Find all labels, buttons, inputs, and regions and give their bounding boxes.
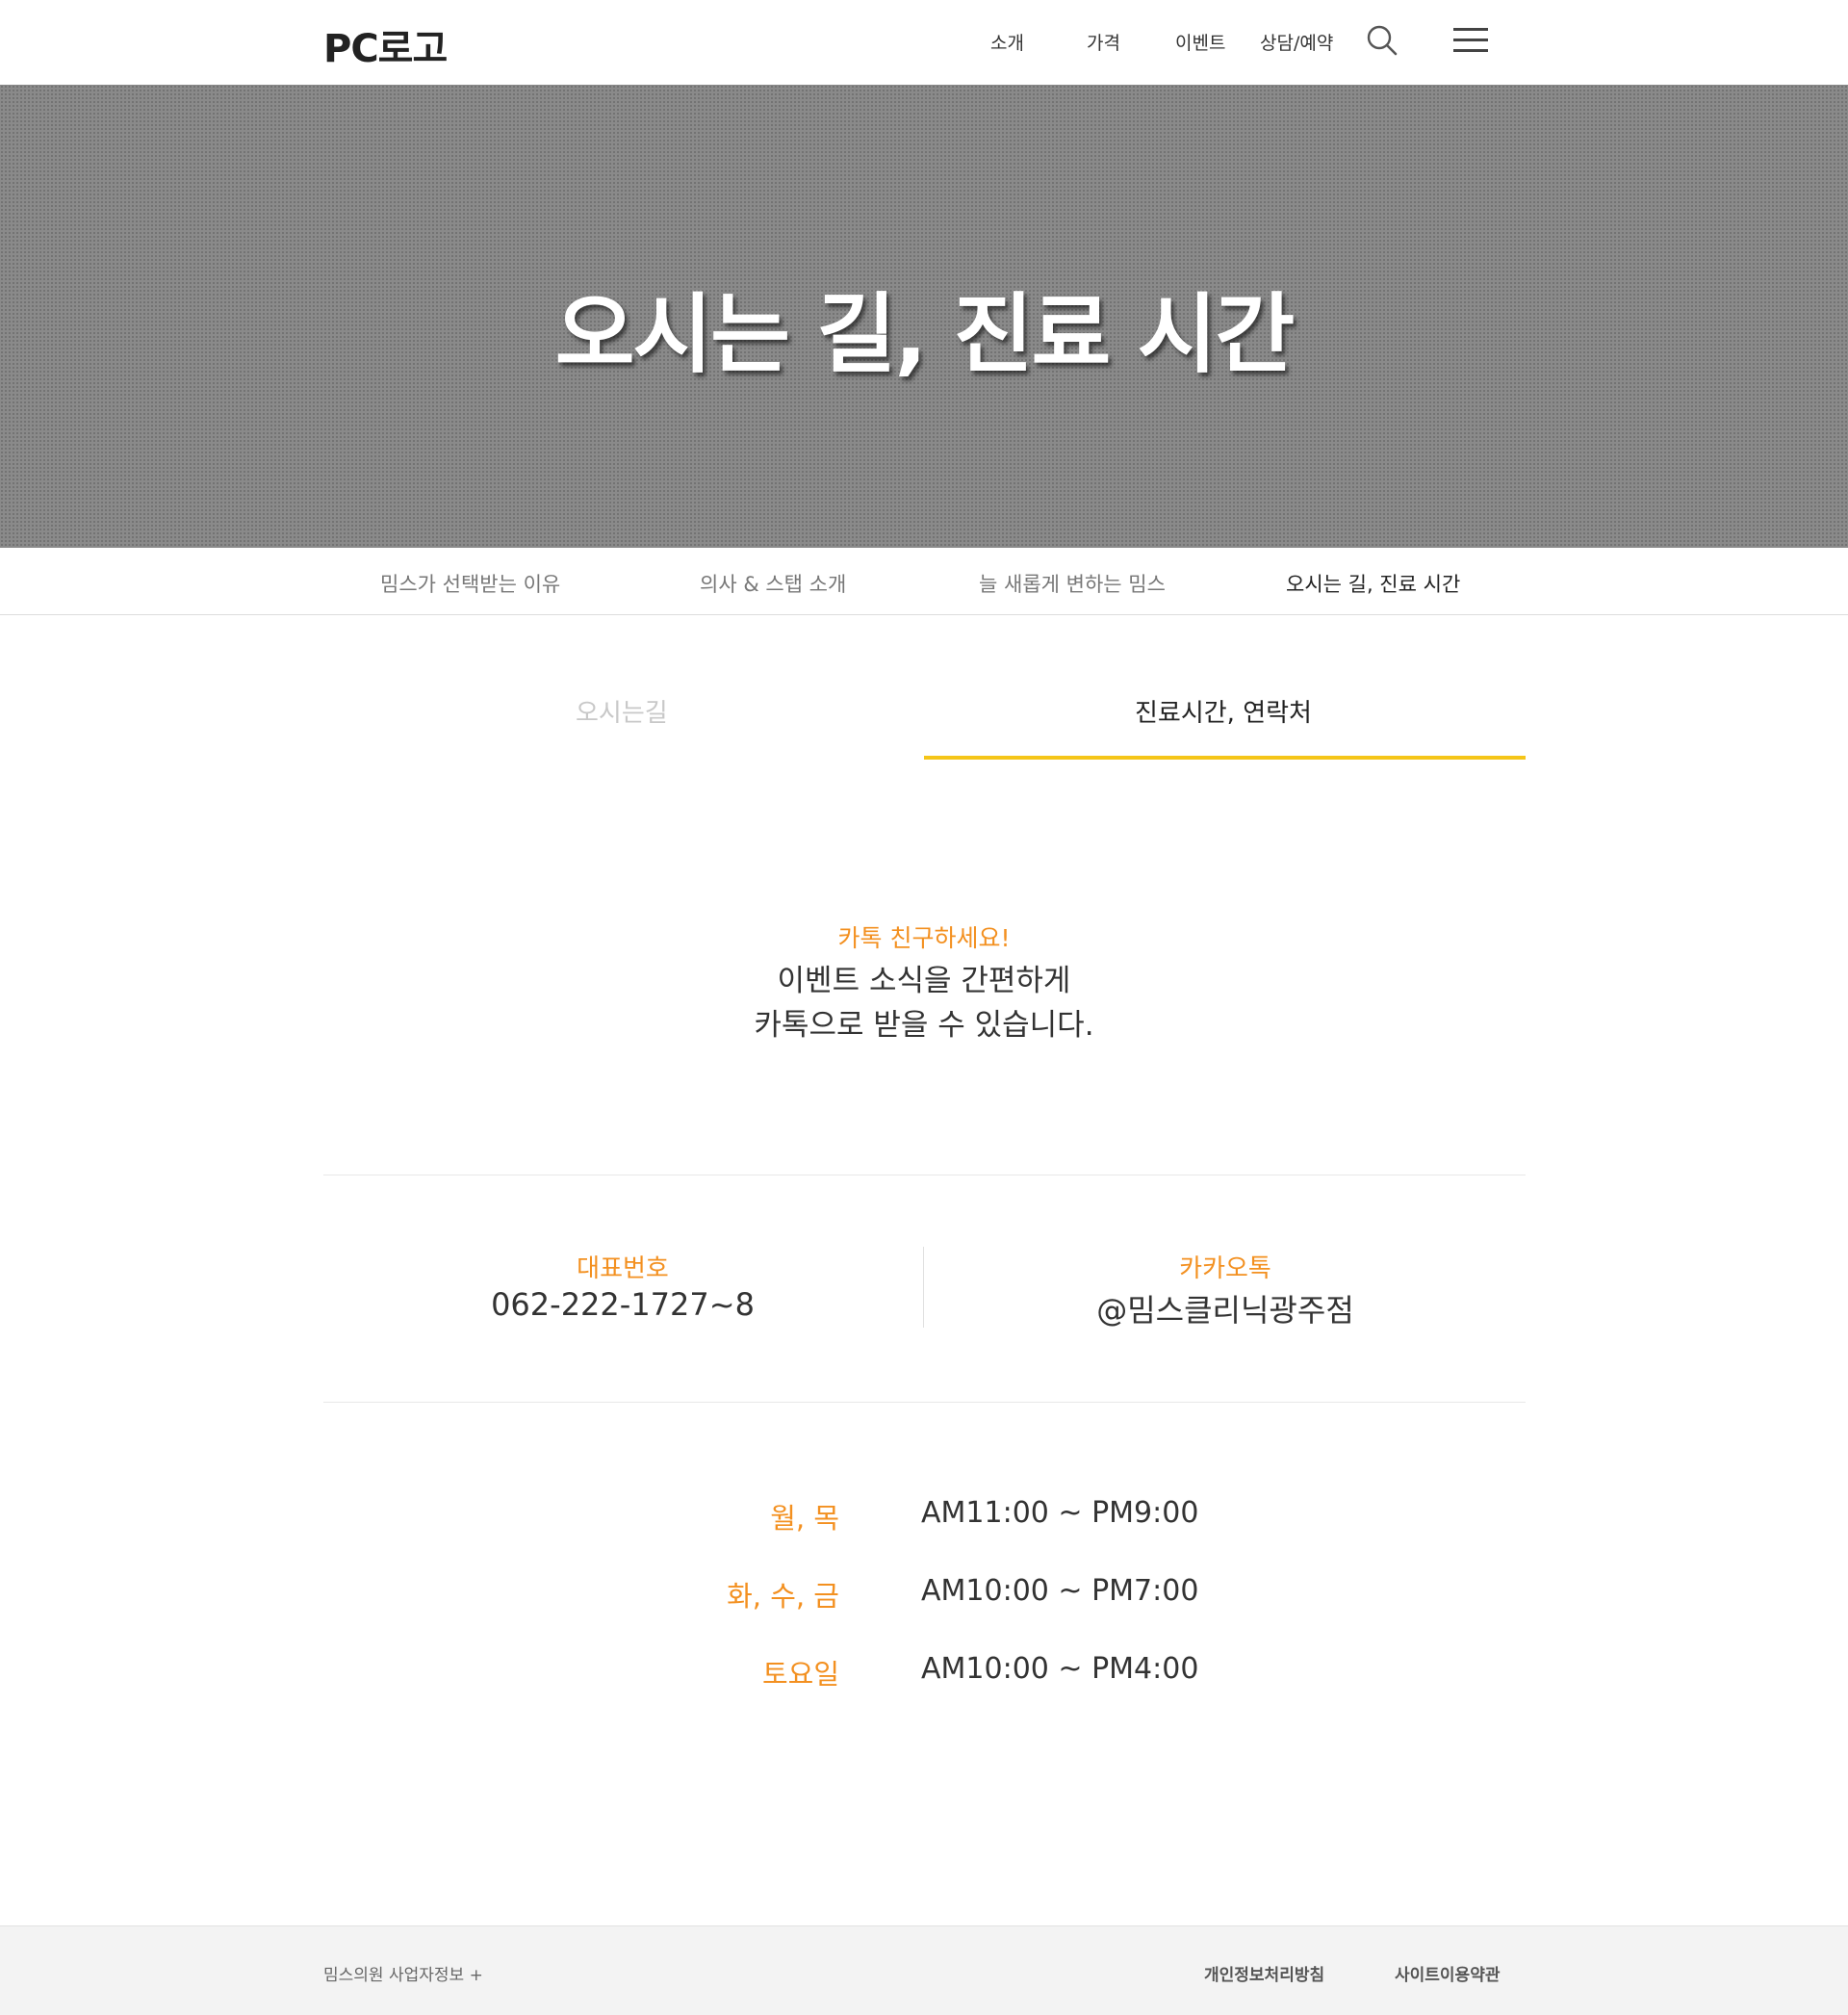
phone-label: 대표번호 (577, 1254, 669, 1283)
hours-time: AM10:00 ~ PM4:00 (921, 1652, 1199, 1686)
kakao-label: 카카오톡 (1179, 1254, 1271, 1283)
hero-banner: 오시는 길, 진료 시간 (0, 85, 1848, 548)
kakao-promo-line-1: 이벤트 소식을 간편하게 (777, 964, 1071, 998)
hours-day: 월, 목 (770, 1502, 839, 1535)
subnav-item-why-mims[interactable]: 밈스가 선택받는 이유 (380, 569, 560, 598)
nav-item-intro[interactable]: 소개 (990, 29, 1024, 55)
hours-day: 화, 수, 금 (727, 1580, 839, 1613)
search-button[interactable] (1365, 23, 1399, 58)
phone-number[interactable]: 062-222-1727~8 (382, 1286, 863, 1323)
tab-directions[interactable]: 오시는길 (576, 693, 668, 729)
hamburger-menu-icon (1453, 28, 1488, 52)
nav-item-consult[interactable]: 상담/예약 (1260, 29, 1333, 55)
kakao-promo-heading: 카톡 친구하세요! (837, 924, 1011, 952)
site-logo[interactable]: PC로고 (323, 17, 448, 73)
hours-time: AM10:00 ~ PM7:00 (921, 1574, 1199, 1608)
privacy-policy-link[interactable]: 개인정보처리방침 (1204, 1961, 1324, 1985)
sub-navigation: 밈스가 선택받는 이유 의사 & 스탭 소개 늘 새롭게 변하는 밈스 오시는 … (0, 548, 1848, 615)
site-footer: 밈스의원 사업자정보 + 개인정보처리방침 사이트이용약관 (0, 1925, 1848, 2015)
kakao-id[interactable]: @밈스클리닉광주점 (985, 1286, 1466, 1330)
search-icon (1367, 25, 1398, 56)
hours-time: AM11:00 ~ PM9:00 (921, 1496, 1199, 1530)
divider (323, 1402, 1526, 1403)
terms-of-use-link[interactable]: 사이트이용약관 (1395, 1961, 1500, 1985)
contact-divider (923, 1247, 924, 1328)
tab-hours-contact[interactable]: 진료시간, 연락처 (1135, 693, 1312, 729)
subnav-item-staff[interactable]: 의사 & 스탭 소개 (700, 569, 846, 598)
subnav-item-directions-hours[interactable]: 오시는 길, 진료 시간 (1286, 569, 1460, 598)
nav-item-price[interactable]: 가격 (1087, 29, 1120, 55)
hero-title: 오시는 길, 진료 시간 (554, 284, 1296, 385)
active-tab-indicator (924, 756, 1526, 760)
site-header: PC로고 소개 가격 이벤트 상담/예약 (0, 0, 1848, 85)
hours-day: 토요일 (761, 1658, 839, 1691)
business-info-link[interactable]: 밈스의원 사업자정보 + (323, 1961, 483, 1985)
subnav-item-news[interactable]: 늘 새롭게 변하는 밈스 (979, 569, 1166, 598)
menu-button[interactable] (1451, 25, 1490, 56)
kakao-promo-line-2: 카톡으로 받을 수 있습니다. (754, 1008, 1094, 1043)
nav-item-event[interactable]: 이벤트 (1175, 29, 1225, 55)
